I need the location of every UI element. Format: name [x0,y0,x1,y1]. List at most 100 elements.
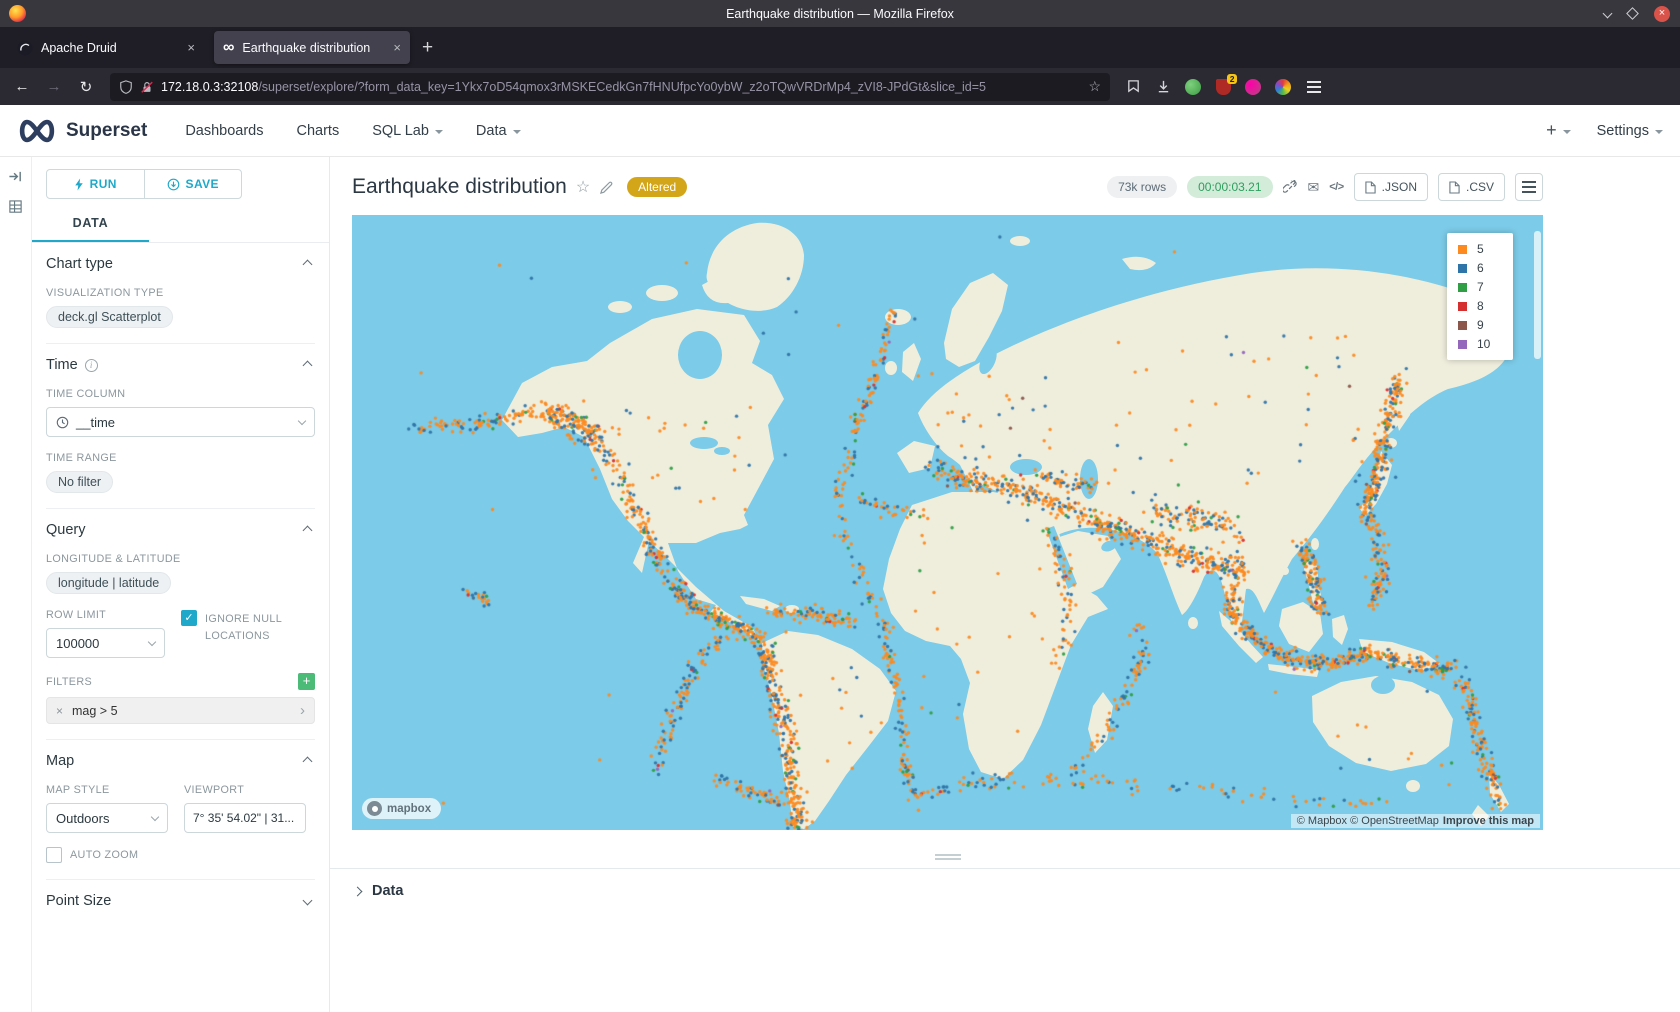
add-new-button[interactable]: + [1546,120,1571,141]
tab-apache-druid[interactable]: Apache Druid × [8,31,204,64]
downloads-icon[interactable] [1153,77,1173,97]
window-title: Earthquake distribution — Mozilla Firefo… [0,7,1680,21]
map-attribution: © Mapbox © OpenStreetMap Improve this ma… [1291,814,1540,828]
nav-sql-lab[interactable]: SQL Lab [372,123,443,139]
shield-icon[interactable] [119,80,133,94]
attribution-text[interactable]: © Mapbox © OpenStreetMap [1297,815,1439,827]
run-button[interactable]: RUN [47,170,144,198]
nav-dashboards[interactable]: Dashboards [185,123,263,139]
pocket-icon[interactable] [1123,77,1143,97]
chevron-down-icon [513,130,521,134]
control-panel: RUN SAVE DATA Chart type VISUA [32,157,330,1012]
auto-zoom-checkbox[interactable] [46,847,62,863]
mapbox-logo[interactable]: mapbox [362,798,441,819]
tab-close-icon[interactable]: × [187,40,195,55]
earthquake-points-canvas[interactable] [352,215,1543,830]
lonlat-pill[interactable]: longitude | latitude [46,572,171,594]
export-csv-button[interactable]: .CSV [1438,173,1505,201]
share-link-icon[interactable] [1283,180,1298,195]
extension-badge: 2 [1227,74,1237,84]
legend-label: 10 [1477,337,1490,351]
ignore-null-checkbox[interactable]: ✓ [181,610,197,626]
window-close-icon[interactable]: × [1654,6,1670,22]
tab-close-icon[interactable]: × [393,40,401,55]
extension-adblock-icon[interactable]: 2 [1213,77,1233,97]
data-section-header[interactable]: Data [330,868,1680,899]
forward-icon[interactable]: → [40,73,68,101]
dataset-grid-icon[interactable] [8,199,23,214]
altered-badge[interactable]: Altered [627,177,687,197]
chart-title: Earthquake distribution [352,175,567,199]
reload-icon[interactable]: ↻ [72,73,100,101]
edit-pencil-icon[interactable] [599,180,614,195]
legend-row[interactable]: 8 [1458,299,1502,313]
lock-insecure-icon[interactable] [140,80,154,94]
extension-pink-icon[interactable] [1243,77,1263,97]
resize-handle[interactable] [352,854,1543,856]
section-header[interactable]: Chart type [46,256,315,272]
chevron-down-icon [303,896,313,906]
extension-pinwheel-icon[interactable] [1273,77,1293,97]
file-icon [1449,181,1460,194]
section-header[interactable]: Map [46,753,315,769]
window-minimize-icon[interactable] [1603,9,1613,19]
remove-filter-icon[interactable]: × [56,704,63,718]
expand-panel-icon[interactable] [8,169,23,184]
legend-row[interactable]: 7 [1458,280,1502,294]
deckgl-scatter-map[interactable]: 5 6 7 8 9 10 mapbox © Mapbox © OpenStreetMap … [352,215,1543,830]
save-button[interactable]: SAVE [144,170,242,198]
url-text: 172.18.0.3:32108/superset/explore/?form_… [161,80,1081,94]
legend-label: 6 [1477,261,1484,275]
extension-green-icon[interactable] [1183,77,1203,97]
legend-scrollbar[interactable] [1534,231,1541,359]
panel-tabs: DATA [32,207,329,243]
email-icon[interactable]: ✉ [1308,179,1320,196]
chevron-up-icon [303,259,313,269]
legend-swatch [1458,321,1467,330]
filter-value: mag > 5 [72,704,118,718]
section-header[interactable]: Time i [46,357,315,373]
tab-earthquake-distribution[interactable]: ∞ Earthquake distribution × [214,31,410,64]
time-column-label: TIME COLUMN [46,388,315,400]
section-header[interactable]: Point Size [46,893,315,909]
add-filter-button[interactable]: + [298,673,315,690]
lightning-icon [74,178,84,191]
map-legend: 5 6 7 8 9 10 [1447,233,1513,360]
legend-row[interactable]: 10 [1458,337,1502,351]
legend-row[interactable]: 9 [1458,318,1502,332]
url-bar[interactable]: 172.18.0.3:32108/superset/explore/?form_… [110,73,1110,101]
tab-data[interactable]: DATA [32,207,149,242]
legend-swatch [1458,245,1467,254]
window-maximize-icon[interactable] [1626,7,1639,20]
section-header[interactable]: Query [46,522,315,538]
url-path: /superset/explore/?form_data_key=1Ykx7oD… [258,80,986,94]
nav-charts[interactable]: Charts [297,123,340,139]
row-limit-select[interactable]: 100000 [46,628,165,658]
save-icon [167,178,180,191]
section-query: Query LONGITUDE & LATITUDE longitude | l… [46,509,315,740]
druid-favicon [17,40,33,56]
new-tab-button[interactable]: + [422,37,433,59]
legend-row[interactable]: 5 [1458,242,1502,256]
bookmark-star-icon[interactable]: ☆ [1088,78,1101,95]
back-icon[interactable]: ← [8,73,36,101]
filters-label: FILTERS [46,676,92,688]
time-column-select[interactable]: __time [46,407,315,437]
menu-icon[interactable] [1300,73,1328,101]
superset-logo-icon[interactable] [17,118,57,144]
favorite-star-icon[interactable]: ☆ [576,177,590,197]
chevron-right-icon [353,886,363,896]
brand-name[interactable]: Superset [66,120,147,142]
settings-menu[interactable]: Settings [1597,123,1663,139]
map-style-select[interactable]: Outdoors [46,803,168,833]
improve-map-link[interactable]: Improve this map [1443,815,1534,827]
nav-data[interactable]: Data [476,123,521,139]
chart-menu-button[interactable] [1515,173,1543,201]
embed-code-icon[interactable]: </> [1329,181,1343,193]
viewport-value[interactable]: 7° 35' 54.02" | 31... [184,803,306,833]
filter-chip[interactable]: × mag > 5 › [46,697,315,724]
viz-type-pill[interactable]: deck.gl Scatterplot [46,306,173,328]
export-json-button[interactable]: .JSON [1354,173,1428,201]
legend-row[interactable]: 6 [1458,261,1502,275]
time-range-pill[interactable]: No filter [46,471,113,493]
